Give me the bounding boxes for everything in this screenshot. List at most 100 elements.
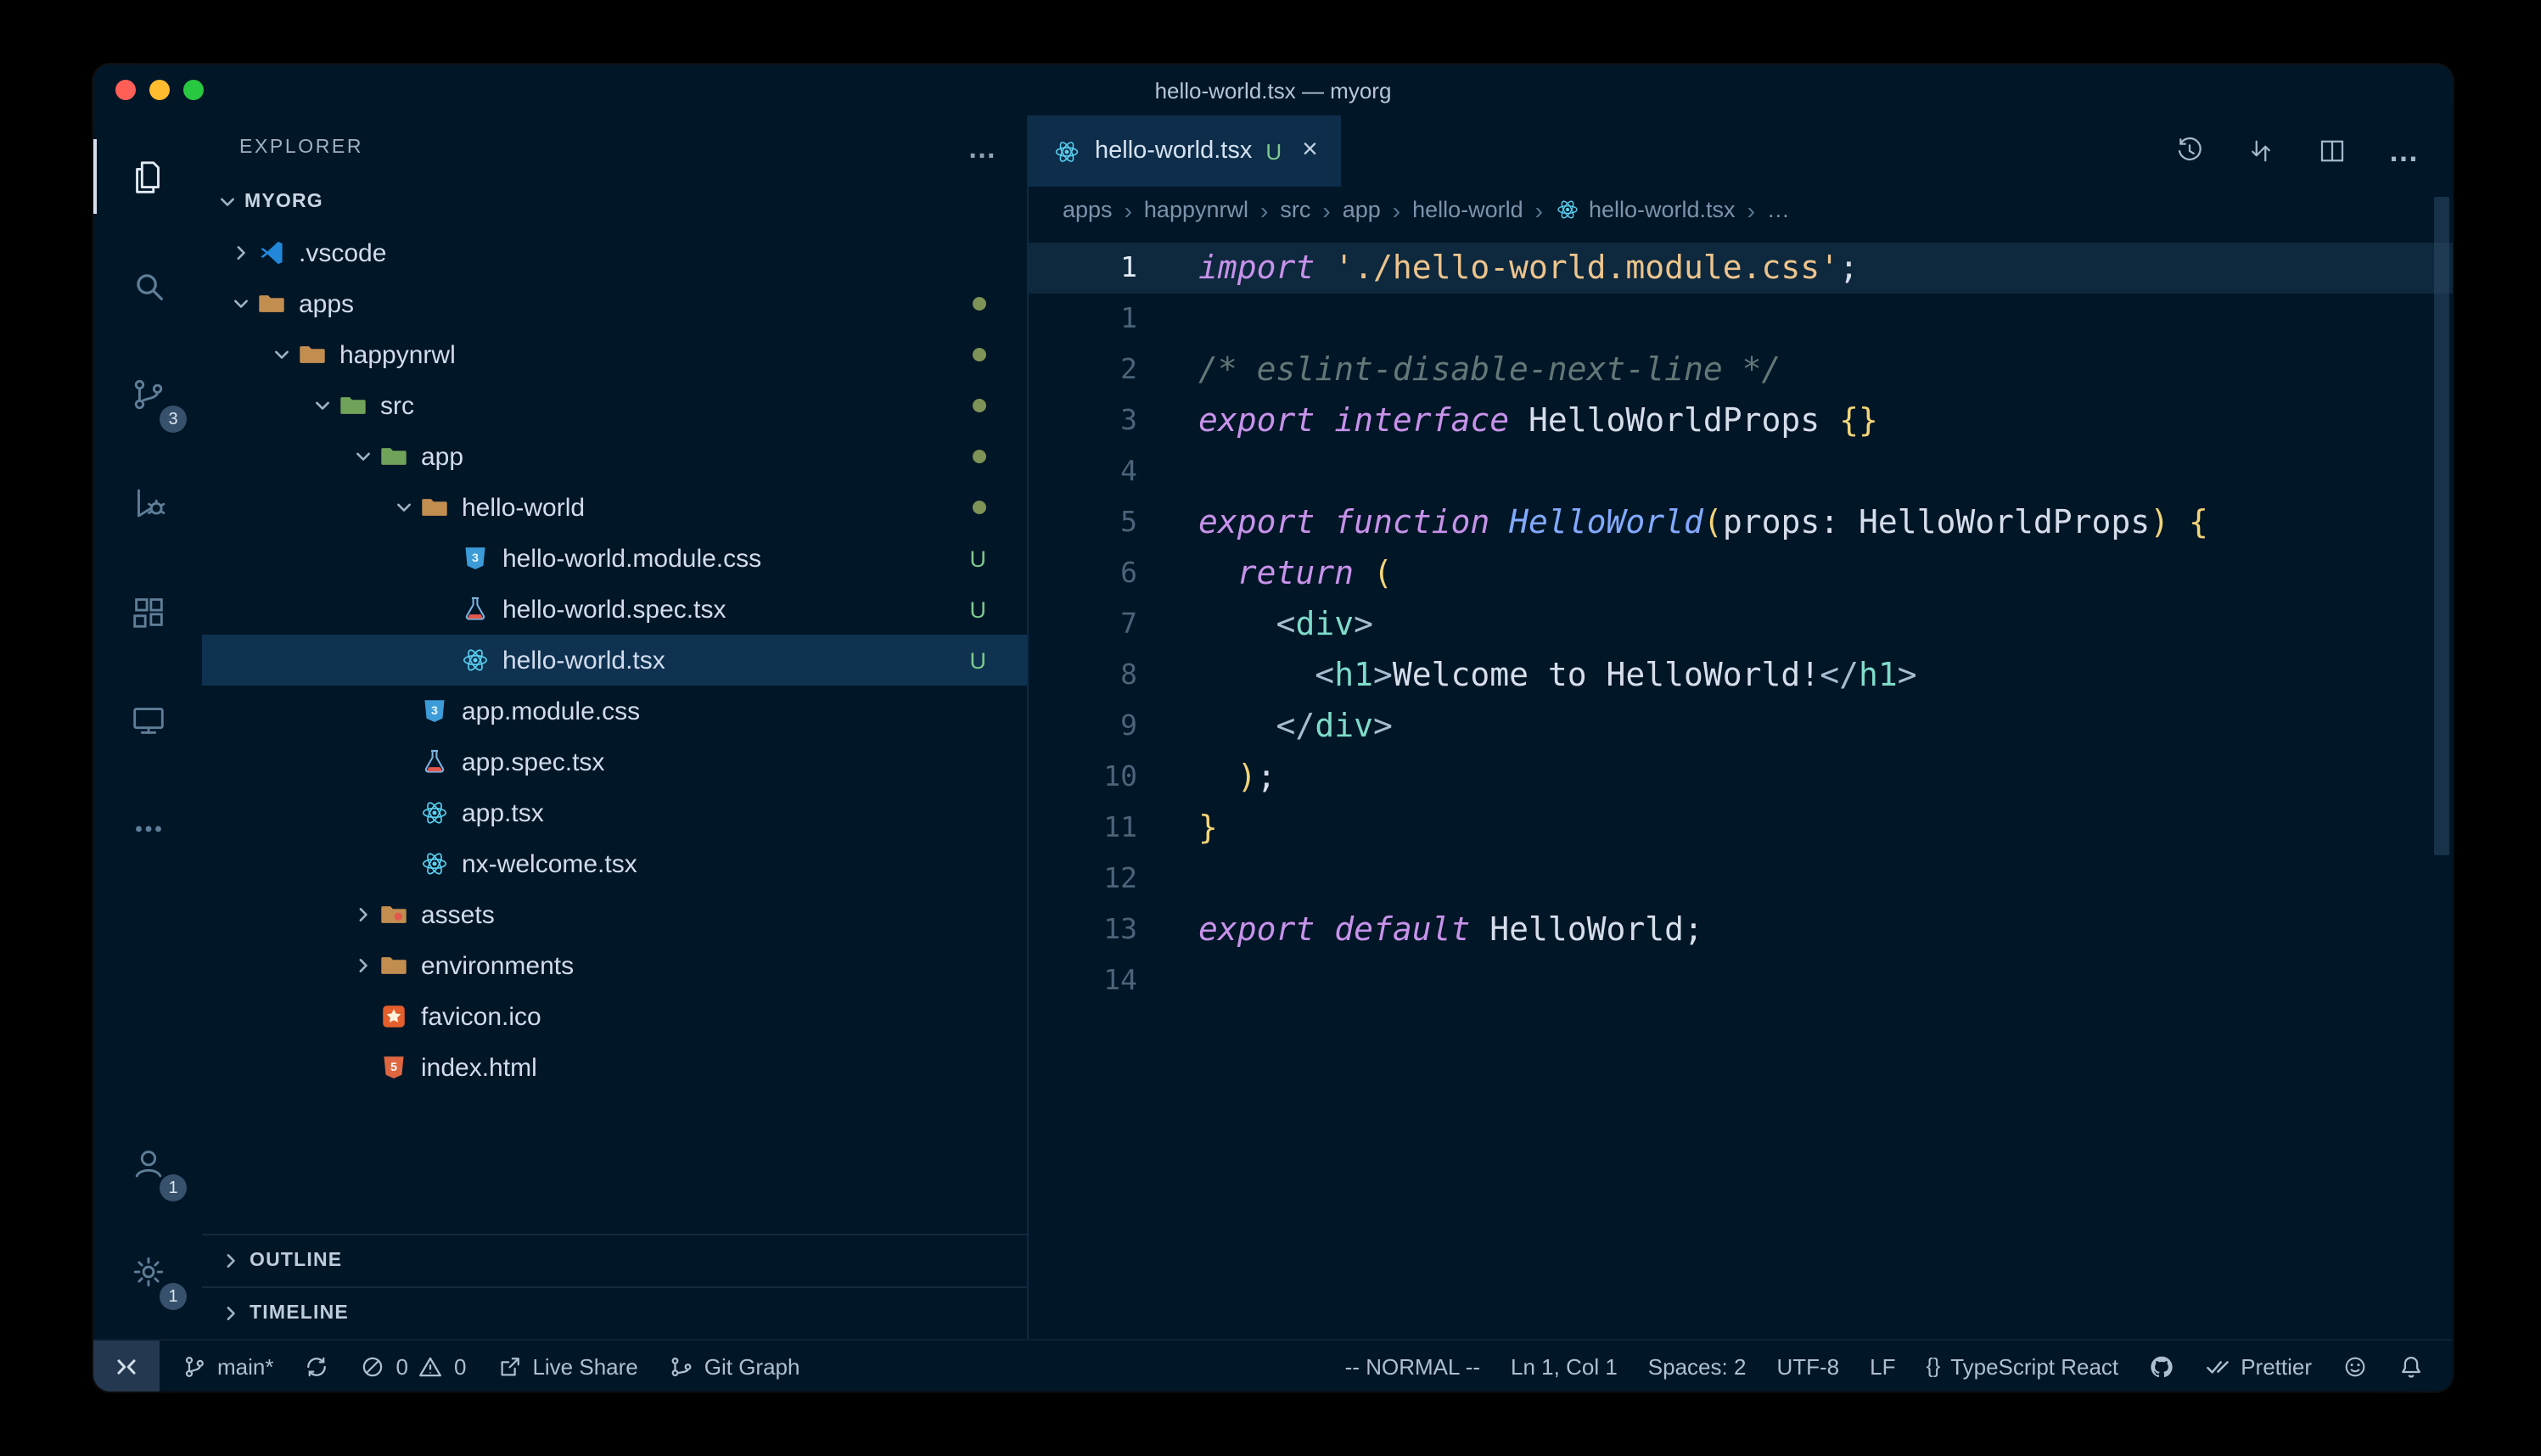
status-problems[interactable]: 00	[345, 1341, 482, 1392]
activity-badge: 1	[160, 1283, 187, 1310]
chevron-right-icon: ›	[1260, 196, 1268, 223]
error-icon	[361, 1353, 386, 1379]
timeline-section-header[interactable]: TIMELINE	[202, 1286, 1027, 1339]
status-vim-mode[interactable]: -- NORMAL --	[1330, 1341, 1495, 1392]
debug-icon	[128, 483, 167, 522]
react-icon	[460, 645, 491, 675]
status-feedback[interactable]	[2327, 1341, 2383, 1392]
status-prettier[interactable]: Prettier	[2190, 1341, 2327, 1392]
tab-git-status: U	[1265, 138, 1282, 164]
code-line: 2/* eslint-disable-next-line */	[1029, 344, 2453, 395]
search-icon	[128, 266, 167, 305]
activity-run-and-debug[interactable]	[93, 448, 202, 557]
status-github[interactable]	[2134, 1341, 2190, 1392]
line-number: 14	[1029, 955, 1137, 1006]
activity-bar: 3 1 1	[93, 115, 202, 1339]
activity-accounts[interactable]: 1	[93, 1108, 202, 1217]
views-more-actions-button[interactable]: …	[968, 133, 996, 162]
titlebar[interactable]: hello-world.tsx — myorg	[93, 64, 2453, 115]
tree-item-hello-world[interactable]: hello-world	[202, 482, 1027, 533]
breadcrumb-item[interactable]: app	[1343, 197, 1381, 222]
breadcrumb-item[interactable]: happynrwl	[1144, 197, 1248, 222]
branch-icon	[182, 1353, 207, 1379]
tree-item-app[interactable]: app	[202, 431, 1027, 482]
braces-icon: {}	[1926, 1354, 1940, 1378]
tab-hello-world-tsx[interactable]: hello-world.tsx U ×	[1029, 115, 1342, 187]
folder-tan-icon	[256, 288, 287, 319]
status-language-mode[interactable]: {}TypeScript React	[1910, 1341, 2134, 1392]
more-icon	[128, 809, 167, 848]
activity-more-views[interactable]	[93, 774, 202, 882]
tree-item-apps[interactable]: apps	[202, 278, 1027, 329]
status-sync[interactable]	[289, 1341, 345, 1392]
code-line: 6 return (	[1029, 548, 2453, 599]
activity-explorer[interactable]	[93, 122, 202, 231]
split-editor-button[interactable]	[2317, 136, 2347, 166]
breadcrumb-item[interactable]: hello-world	[1412, 197, 1523, 222]
git-modified-dot	[973, 297, 986, 311]
tree-item-app-tsx[interactable]: app.tsx	[202, 787, 1027, 838]
tree-item-happynrwl[interactable]: happynrwl	[202, 329, 1027, 380]
tree-item-favicon-ico[interactable]: favicon.ico	[202, 991, 1027, 1042]
status-branch[interactable]: main*	[166, 1341, 289, 1392]
line-number: 13	[1029, 904, 1137, 955]
activity-source-control[interactable]: 3	[93, 339, 202, 448]
status-eol[interactable]: LF	[1854, 1341, 1910, 1392]
status-indentation[interactable]: Spaces: 2	[1633, 1341, 1762, 1392]
tree-item-src[interactable]: src	[202, 380, 1027, 431]
activity-search[interactable]	[93, 231, 202, 339]
breadcrumb-item-file[interactable]: hello-world.tsx	[1555, 197, 1736, 222]
status-label: Live Share	[532, 1353, 637, 1379]
chevron-down-icon	[226, 292, 256, 316]
tree-item--vscode[interactable]: .vscode	[202, 227, 1027, 278]
code-line: 1	[1029, 294, 2453, 344]
code-line: 13export default HelloWorld;	[1029, 904, 2453, 955]
line-number: 6	[1029, 548, 1137, 599]
folder-tan-icon	[379, 950, 409, 981]
tree-item-nx-welcome-tsx[interactable]: nx-welcome.tsx	[202, 838, 1027, 889]
workspace-section-header[interactable]: MYORG	[202, 180, 1027, 224]
status-cursor-position[interactable]: Ln 1, Col 1	[1495, 1341, 1633, 1392]
files-icon	[128, 157, 167, 196]
status-encoding[interactable]: UTF-8	[1761, 1341, 1854, 1392]
tree-item-index-html[interactable]: 5index.html	[202, 1042, 1027, 1093]
line-number: 1	[1029, 294, 1137, 344]
editor-scrollbar[interactable]	[2434, 197, 2449, 855]
open-changes-button[interactable]	[2246, 136, 2276, 166]
activity-extensions[interactable]	[93, 557, 202, 665]
minimize-button[interactable]	[149, 80, 170, 100]
status-label: 0	[454, 1353, 466, 1379]
open-timeline-button[interactable]	[2174, 136, 2205, 166]
status-live-share[interactable]: Live Share	[481, 1341, 653, 1392]
close-tab-button[interactable]: ×	[1302, 136, 1318, 166]
tree-item-hello-world-spec-tsx[interactable]: hello-world.spec.tsxU	[202, 584, 1027, 635]
tree-item-assets[interactable]: assets	[202, 889, 1027, 940]
status-git-graph[interactable]: Git Graph	[653, 1341, 816, 1392]
css-icon: 3	[419, 696, 450, 726]
tree-item-hello-world-tsx[interactable]: hello-world.tsxU	[202, 635, 1027, 686]
tree-item-app-module-css[interactable]: 3app.module.css	[202, 686, 1027, 736]
activity-settings[interactable]: 1	[93, 1217, 202, 1325]
breadcrumb-item[interactable]: apps	[1063, 197, 1113, 222]
status-remote-indicator[interactable]	[93, 1341, 160, 1392]
file-tree: .vscodeappshappynrwlsrcapphello-world3he…	[202, 224, 1027, 1234]
tree-item-environments[interactable]: environments	[202, 940, 1027, 991]
activity-remote-explorer[interactable]	[93, 665, 202, 774]
status-notifications[interactable]	[2383, 1341, 2439, 1392]
line-number: 11	[1029, 803, 1137, 854]
folder-tan-icon	[297, 339, 328, 370]
more-actions-button[interactable]: …	[2388, 136, 2419, 166]
code-editor[interactable]: 1import './hello-world.module.css';12/* …	[1029, 232, 2453, 1339]
breadcrumb-item[interactable]: src	[1280, 197, 1310, 222]
zoom-button[interactable]	[183, 80, 204, 100]
chevron-right-icon: ›	[1535, 196, 1543, 223]
ellipsis-icon: …	[2388, 136, 2419, 166]
code-text: return (	[1198, 548, 1393, 599]
tree-item-app-spec-tsx[interactable]: app.spec.tsx	[202, 736, 1027, 787]
code-text: }	[1198, 803, 1218, 854]
outline-section-header[interactable]: OUTLINE	[202, 1234, 1027, 1286]
close-button[interactable]	[115, 80, 136, 100]
tree-item-hello-world-module-css[interactable]: 3hello-world.module.cssU	[202, 533, 1027, 584]
code-line: 3export interface HelloWorldProps {}	[1029, 395, 2453, 446]
breadcrumb-tail[interactable]: …	[1767, 197, 1790, 222]
